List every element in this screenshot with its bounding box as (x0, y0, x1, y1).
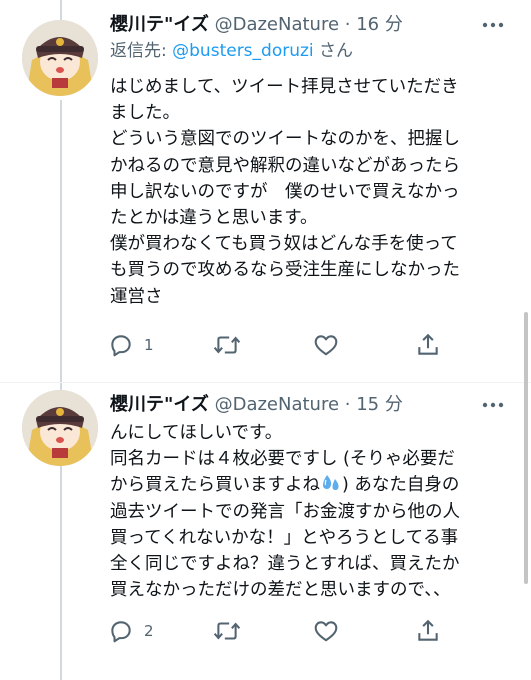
retweet-icon (213, 336, 241, 354)
tweet-text-line: んにしてほしいです。 (110, 423, 283, 443)
reply-icon (111, 621, 131, 643)
tweet[interactable]: 櫻川テ"イズ @DazeNature · 15 分 んにしてほしいです。 同名カ… (0, 388, 531, 678)
timestamp[interactable]: 16 分 (356, 14, 403, 35)
tweet[interactable]: 櫻川テ"イズ @DazeNature · 16 分 返信先: @busters_… (0, 12, 531, 372)
tweet-text: はじめまして、ツイート拝見させていただき ました。 どういう意図でのツイートなの… (110, 74, 525, 310)
tweet-text-line: 運営さ (110, 286, 163, 307)
separator-dot: · (344, 394, 351, 415)
reply-icon (111, 335, 131, 357)
avatar[interactable] (22, 20, 98, 96)
share-icon (418, 333, 438, 355)
reply-mention-link[interactable]: @busters_doruzi (172, 41, 314, 61)
tweet-text-line: 全く同じですよね？違うとすれば、買えたか (110, 554, 460, 575)
retweet-button[interactable] (213, 616, 241, 646)
like-button[interactable] (313, 330, 339, 360)
tweet-text-line: 買えなかっただけの差だと思いますので、、 (110, 580, 451, 601)
tweet-text-line: かねるので意見や解釈の違いなどがあったら (110, 155, 460, 176)
reply-button[interactable]: 2 (108, 616, 154, 646)
replying-to-label: 返信先: (110, 41, 173, 61)
timestamp[interactable]: 15 分 (356, 394, 403, 415)
tweet-text-line: 買ってくれないかな！」とやろうとしてる事 (110, 527, 459, 548)
like-icon (314, 621, 338, 642)
tweet-text-line: 僕が買わなくても買う奴はどんな手を使って (110, 234, 458, 255)
tweet-header: 櫻川テ"イズ @DazeNature · 15 分 (110, 392, 403, 418)
tweet-text-fragment: から買えたら買いますよね (110, 475, 320, 496)
avatar-image (22, 20, 98, 96)
tweet-actions: 2 (108, 616, 528, 646)
sweat-droplets-emoji-icon (320, 473, 342, 493)
avatar-image (22, 390, 98, 466)
share-button[interactable] (415, 616, 441, 646)
tweet-text-line: どういう意図でのツイートなのかを、把握し (110, 129, 460, 150)
retweet-icon (213, 622, 241, 640)
reply-count: 1 (144, 336, 154, 354)
avatar[interactable] (22, 390, 98, 466)
replying-to: 返信先: @busters_doruzi さん (110, 38, 353, 64)
tweet-text: んにしてほしいです。 同名カードは４枚必要ですし (そりゃ必要だ から買えたら買… (110, 420, 525, 603)
share-button[interactable] (415, 330, 441, 360)
user-handle[interactable]: @DazeNature (215, 14, 339, 35)
retweet-button[interactable] (213, 330, 241, 360)
tweet-actions: 1 (108, 330, 528, 360)
more-icon (482, 402, 504, 408)
tweet-text-line: ました。 (110, 103, 180, 124)
tweet-text-line-with-emoji: から買えたら買いますよね ) あなた自身の (110, 472, 525, 498)
more-button[interactable] (480, 396, 506, 414)
like-button[interactable] (313, 616, 339, 646)
tweet-text-line: 申し訳ないのですが 僕のせいで買えなかっ (110, 181, 460, 202)
tweet-text-line: 過去ツイートでの発言「お金渡すから他の人 (110, 501, 460, 522)
more-icon (482, 22, 504, 28)
tweet-text-line: たとかは違うと思います。 (110, 208, 318, 229)
share-icon (418, 619, 438, 641)
reply-count: 2 (144, 622, 154, 640)
tweet-header: 櫻川テ"イズ @DazeNature · 16 分 (110, 12, 403, 38)
tweet-text-line: 同名カードは４枚必要ですし (そりゃ必要だ (110, 449, 455, 470)
tweet-text-line: も買うので攻めるなら受注生産にしなかった (110, 260, 460, 281)
scrollbar[interactable] (524, 312, 528, 584)
user-handle[interactable]: @DazeNature (215, 394, 339, 415)
replying-to-suffix: さん (313, 41, 354, 61)
display-name[interactable]: 櫻川テ"イズ (110, 394, 209, 415)
reply-button[interactable]: 1 (108, 330, 154, 360)
separator-dot: · (344, 14, 351, 35)
display-name[interactable]: 櫻川テ"イズ (110, 14, 209, 35)
tweet-text-line: はじめまして、ツイート拝見させていただき (110, 77, 459, 97)
tweet-divider (0, 382, 531, 383)
tweet-text-fragment: ) あなた自身の (342, 475, 460, 496)
like-icon (314, 335, 338, 356)
more-button[interactable] (480, 16, 506, 34)
